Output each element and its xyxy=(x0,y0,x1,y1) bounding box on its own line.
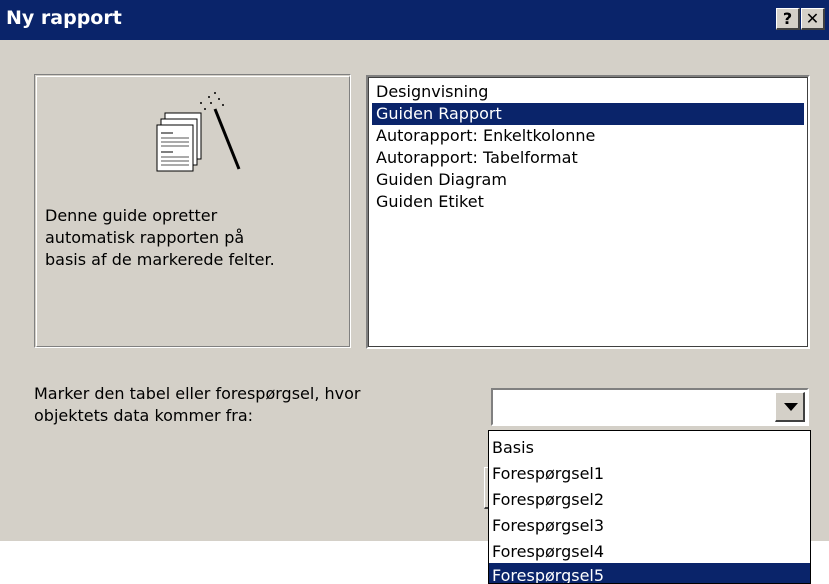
wizard-description: Denne guide opretter automatisk rapporte… xyxy=(45,205,345,271)
list-item-guiden-diagram[interactable]: Guiden Diagram xyxy=(372,169,511,191)
report-wizard-icon xyxy=(156,92,241,172)
dropdown-item-forespoergsel3[interactable]: Forespørgsel3 xyxy=(489,513,810,539)
list-item-guiden-rapport[interactable]: Guiden Rapport xyxy=(372,103,804,125)
close-button[interactable]: ✕ xyxy=(801,8,825,30)
description-line: Denne guide opretter xyxy=(45,206,218,225)
wizard-preview-panel: Denne guide opretter automatisk rapporte… xyxy=(34,74,351,348)
dialog-title: Ny rapport xyxy=(6,7,122,29)
list-item-autorapport-tabelformat[interactable]: Autorapport: Tabelformat xyxy=(372,147,582,169)
dropdown-item-forespoergsel2[interactable]: Forespørgsel2 xyxy=(489,487,810,513)
help-button[interactable]: ? xyxy=(776,8,800,30)
prompt-line: Marker den tabel eller forespørgsel, hvo… xyxy=(34,384,361,403)
prompt-line: objektets data kommer fra: xyxy=(34,406,254,425)
report-type-list[interactable]: Designvisning Guiden Rapport Autorapport… xyxy=(366,75,810,349)
description-line: basis af de markerede felter. xyxy=(45,250,275,269)
source-prompt: Marker den tabel eller forespørgsel, hvo… xyxy=(34,383,454,427)
dropdown-item-forespoergsel4[interactable]: Forespørgsel4 xyxy=(489,539,810,565)
description-line: automatisk rapporten på xyxy=(45,228,245,247)
list-item-designvisning[interactable]: Designvisning xyxy=(372,81,492,103)
dropdown-item-forespoergsel1[interactable]: Forespørgsel1 xyxy=(489,461,810,487)
dropdown-item-forespoergsel5[interactable]: Forespørgsel5 xyxy=(489,563,810,583)
title-bar[interactable]: Ny rapport ? ✕ xyxy=(0,0,829,40)
source-dropdown-list[interactable]: Basis Forespørgsel1 Forespørgsel2 Foresp… xyxy=(488,430,811,584)
dropdown-button[interactable] xyxy=(775,392,805,422)
list-item-guiden-etiket[interactable]: Guiden Etiket xyxy=(372,191,488,213)
list-item-autorapport-enkeltkolonne[interactable]: Autorapport: Enkeltkolonne xyxy=(372,125,599,147)
source-combobox[interactable] xyxy=(491,388,809,426)
dropdown-item-basis[interactable]: Basis xyxy=(489,435,810,461)
chevron-down-icon xyxy=(784,403,798,411)
